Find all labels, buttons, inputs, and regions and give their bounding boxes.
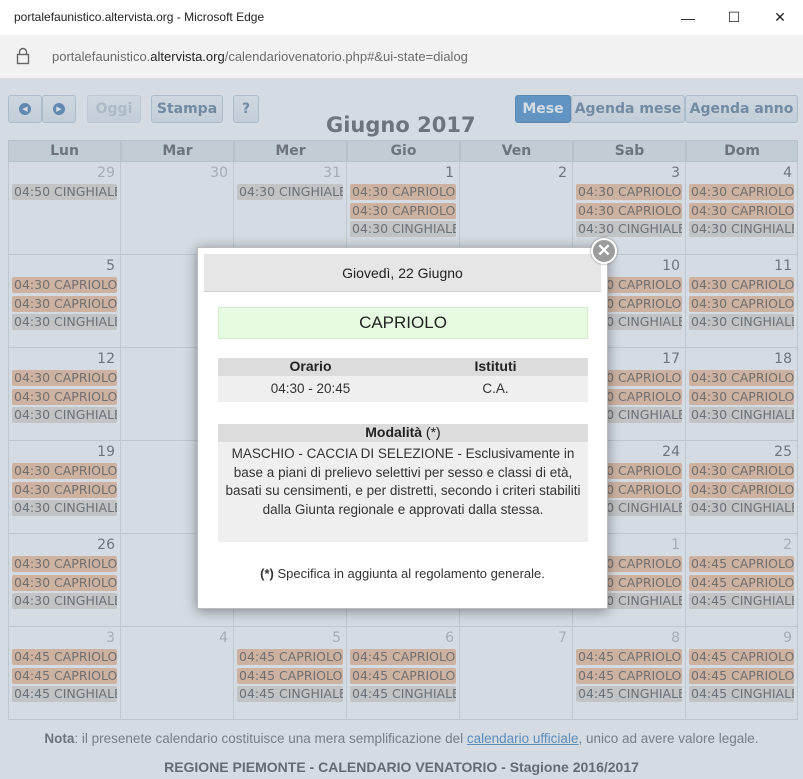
orario-value: 04:30 - 20:45 bbox=[270, 381, 351, 396]
orario-header: Orario bbox=[289, 358, 332, 374]
url-text[interactable]: portalefaunistico.altervista.org/calenda… bbox=[52, 49, 468, 64]
url-domain: altervista.org bbox=[150, 49, 225, 64]
url-prefix: portalefaunistico. bbox=[52, 49, 151, 64]
minimize-button[interactable]: — bbox=[665, 0, 711, 35]
species-name: CAPRIOLO bbox=[218, 307, 588, 339]
modalita-body: MASCHIO - CACCIA DI SELEZIONE - Esclusiv… bbox=[218, 442, 588, 542]
window-titlebar: portalefaunistico.altervista.org - Micro… bbox=[0, 0, 803, 36]
dialog-title: Giovedì, 22 Giugno bbox=[204, 254, 601, 292]
schedule-header: Orario Istituti bbox=[218, 358, 588, 376]
footnote-mark: (*) bbox=[260, 566, 274, 581]
url-path: /calendariovenatorio.php#&ui-state=dialo… bbox=[224, 49, 468, 64]
close-window-button[interactable]: ✕ bbox=[757, 0, 803, 35]
istituti-value: C.A. bbox=[482, 381, 509, 396]
footnote-text: Specifica in aggiunta al regolamento gen… bbox=[273, 566, 545, 581]
lock-icon bbox=[16, 47, 30, 65]
event-dialog: Giovedì, 22 Giugno CAPRIOLO Orario Istit… bbox=[197, 247, 608, 609]
modalita-header: Modalità (*) bbox=[218, 424, 588, 442]
address-bar[interactable]: portalefaunistico.altervista.org/calenda… bbox=[0, 35, 803, 79]
dialog-close-button[interactable]: ✕ bbox=[591, 238, 617, 264]
schedule-row: 04:30 - 20:45 C.A. bbox=[218, 376, 588, 402]
istituti-header: Istituti bbox=[474, 358, 517, 374]
dialog-footnote: (*) Specifica in aggiunta al regolamento… bbox=[198, 566, 607, 581]
modalita-mark: (*) bbox=[422, 424, 441, 440]
modalita-text: MASCHIO - CACCIA DI SELEZIONE - Esclusiv… bbox=[225, 446, 581, 517]
maximize-button[interactable]: ☐ bbox=[711, 0, 757, 35]
window-title: portalefaunistico.altervista.org - Micro… bbox=[14, 10, 265, 24]
modalita-label: Modalità bbox=[365, 424, 423, 440]
